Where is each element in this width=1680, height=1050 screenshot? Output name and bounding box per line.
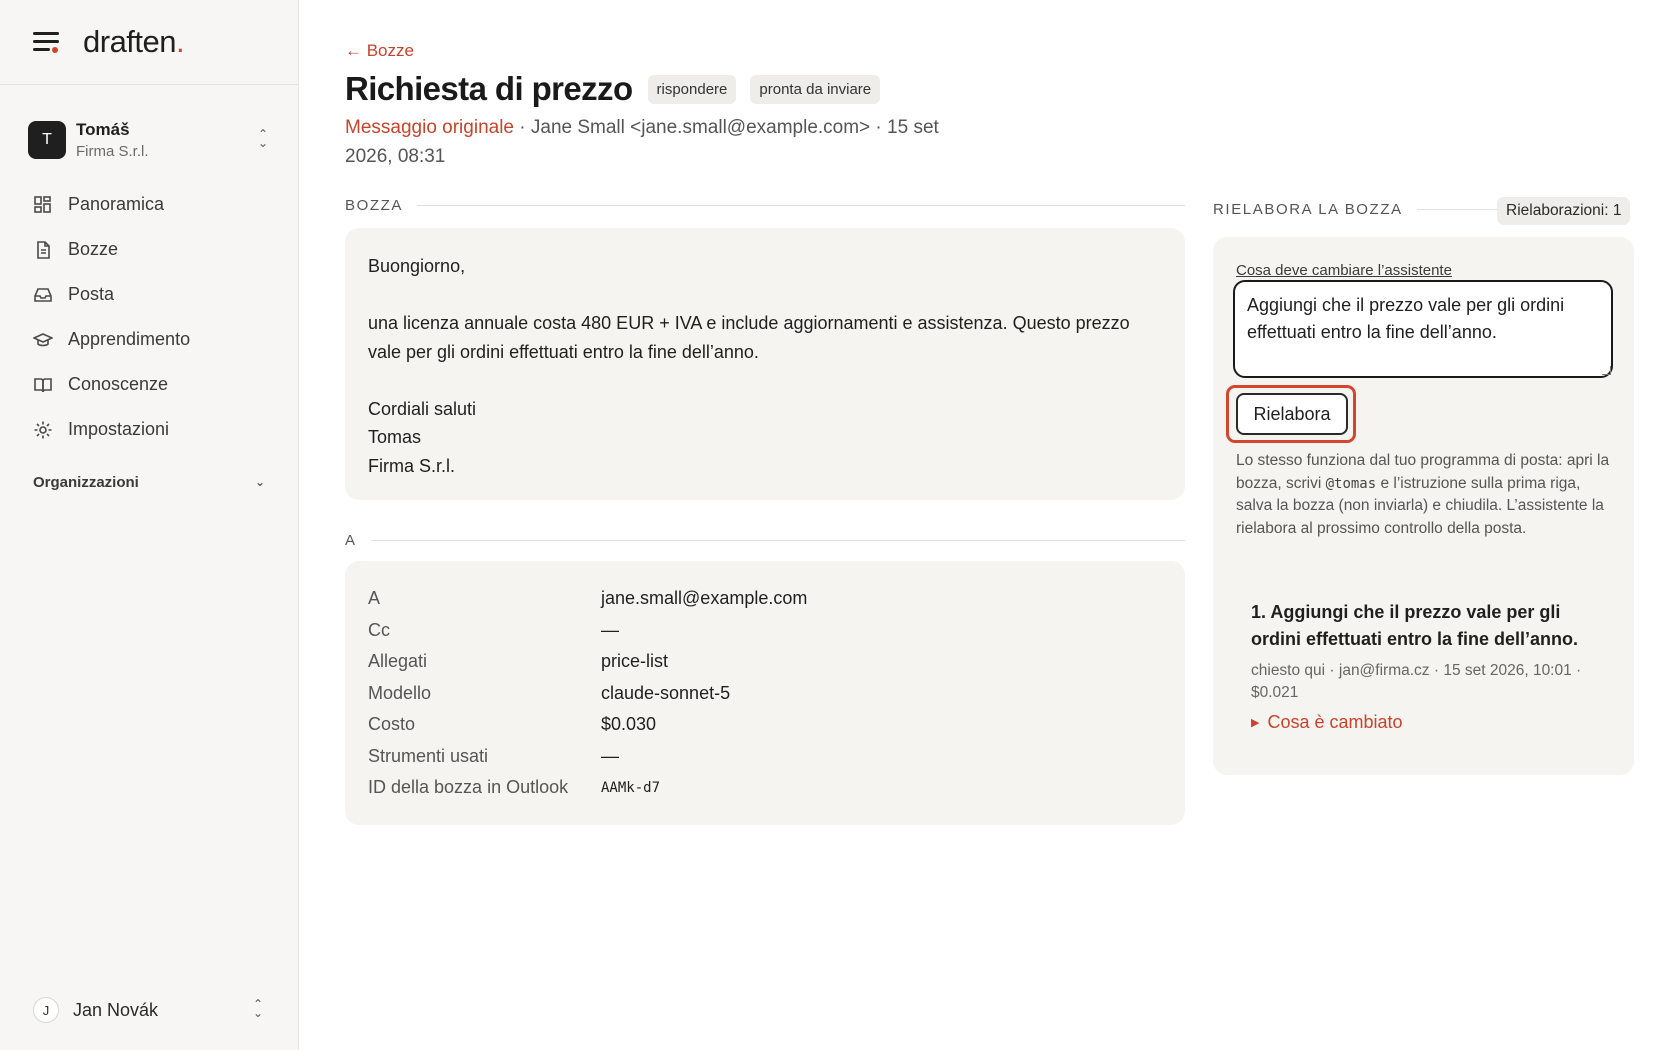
- draft-section-label: BOZZA: [345, 197, 1185, 214]
- mention-code: @tomas: [1325, 475, 1377, 492]
- page-title: Richiesta di prezzo: [345, 70, 633, 107]
- sidebar-item-drafts[interactable]: Bozze: [0, 227, 298, 272]
- inbox-icon: [33, 285, 53, 305]
- triangle-right-icon: ▶: [1251, 717, 1260, 729]
- original-message-link[interactable]: Messaggio originale: [345, 117, 514, 138]
- details-section-label: A: [345, 532, 1185, 549]
- sidebar-nav: Panoramica Bozze Posta Apprendimento Con…: [0, 182, 298, 452]
- instruction-label: Cosa deve cambiare l’assistente: [1236, 262, 1452, 279]
- resize-handle-icon[interactable]: [1602, 366, 1611, 375]
- sidebar-item-label: Conoscenze: [68, 374, 169, 394]
- sidebar-item-mail[interactable]: Posta: [0, 272, 298, 317]
- chevron-down-icon: ⌄: [254, 475, 265, 489]
- graduation-cap-icon: [33, 330, 53, 350]
- back-link[interactable]: ← Bozze: [345, 41, 414, 61]
- rework-button[interactable]: Rielabora: [1236, 393, 1348, 435]
- grid-icon: [33, 195, 53, 215]
- chevron-up-down-icon: ⌃ ⌄: [252, 997, 264, 1020]
- account-switcher[interactable]: T Tomáš Firma S.r.l. ⌃ ⌄: [0, 118, 298, 162]
- gear-icon: [33, 420, 53, 440]
- history-meta: chiesto qui · jan@firma.cz · 15 set 2026…: [1251, 662, 1582, 701]
- table-row: Modello claude-sonnet-5: [368, 682, 731, 703]
- history-title: 1. Aggiungi che il prezzo vale per gli o…: [1251, 602, 1579, 649]
- rework-help-text: Lo stesso funziona dal tuo programma di …: [1236, 452, 1610, 537]
- sidebar-item-label: Apprendimento: [68, 329, 191, 349]
- draft-body: Buongiorno, una licenza annuale costa 48…: [345, 228, 1185, 500]
- table-row: Allegati price-list: [368, 651, 669, 672]
- sidebar-item-settings[interactable]: Impostazioni: [0, 407, 298, 452]
- status-badge: rispondere: [647, 74, 737, 104]
- user-name: Jan Novák: [73, 999, 159, 1020]
- user-menu[interactable]: J Jan Novák ⌃ ⌄: [33, 992, 265, 1028]
- table-row: Cc —: [368, 619, 619, 640]
- main-content: ← Bozze Richiesta di prezzo rispondere p…: [345, 0, 1680, 1050]
- rework-section-label: RIELABORA LA BOZZA: [1213, 201, 1498, 218]
- rework-count-badge: Rielaborazioni: 1: [1497, 197, 1631, 225]
- book-icon: [33, 375, 53, 395]
- account-name: Tomáš: [76, 120, 130, 139]
- status-badge: pronta da inviare: [750, 74, 881, 104]
- changes-toggle-label: Cosa è cambiato: [1267, 712, 1403, 732]
- draft-paragraph: una licenza annuale costa 480 EUR + IVA …: [368, 313, 1130, 362]
- changes-toggle[interactable]: ▶ Cosa è cambiato: [1251, 712, 1601, 733]
- details-table: Ajane.small@example.com Cc — Allegati pric…: [368, 583, 1162, 804]
- sidebar-item-label: Posta: [68, 284, 115, 304]
- message-meta: Messaggio originale · Jane Small <jane.s…: [345, 113, 985, 171]
- account-org: Firma S.r.l.: [76, 143, 149, 160]
- draft-details: Ajane.small@example.com Cc — Allegati pric…: [345, 561, 1185, 825]
- sidebar: draften. T Tomáš Firma S.r.l. ⌃ ⌄ Panoram…: [0, 0, 299, 1050]
- logo[interactable]: draften.: [83, 24, 185, 60]
- avatar: J: [33, 997, 59, 1023]
- org-avatar: T: [28, 121, 66, 159]
- organizations-toggle[interactable]: Organizzazioni ⌄: [0, 462, 298, 502]
- sidebar-item-overview[interactable]: Panoramica: [0, 182, 298, 227]
- document-icon: [33, 240, 53, 260]
- rework-history-item: 1. Aggiungi che il prezzo vale per gli o…: [1251, 599, 1601, 733]
- sidebar-item-label: Bozze: [68, 239, 119, 259]
- table-row: Ajane.small@example.com: [368, 588, 808, 609]
- draft-paragraph: Buongiorno,: [368, 256, 466, 276]
- table-row: ID della bozza in Outlook AAMk-d7: [368, 777, 661, 798]
- table-row: Strumenti usati —: [368, 745, 619, 766]
- instruction-input[interactable]: Aggiungi che il prezzo vale per gli ordi…: [1233, 280, 1613, 378]
- sidebar-item-label: Impostazioni: [68, 419, 170, 439]
- sidebar-item-learning[interactable]: Apprendimento: [0, 317, 298, 362]
- organizations-label: Organizzazioni: [33, 473, 139, 491]
- draft-paragraph: Cordiali saluti Tomas Firma S.r.l.: [368, 398, 477, 476]
- menu-icon[interactable]: [33, 31, 59, 53]
- title-row: Richiesta di prezzo rispondere pronta da…: [345, 70, 894, 108]
- table-row: Costo $0.030: [368, 714, 657, 735]
- sidebar-item-label: Panoramica: [68, 194, 165, 214]
- rework-panel: Cosa deve cambiare l’assistente Aggiungi…: [1213, 237, 1634, 775]
- logo-row: draften.: [0, 0, 298, 85]
- chevron-up-down-icon: ⌃ ⌄: [257, 127, 269, 150]
- sidebar-item-knowledge[interactable]: Conoscenze: [0, 362, 298, 407]
